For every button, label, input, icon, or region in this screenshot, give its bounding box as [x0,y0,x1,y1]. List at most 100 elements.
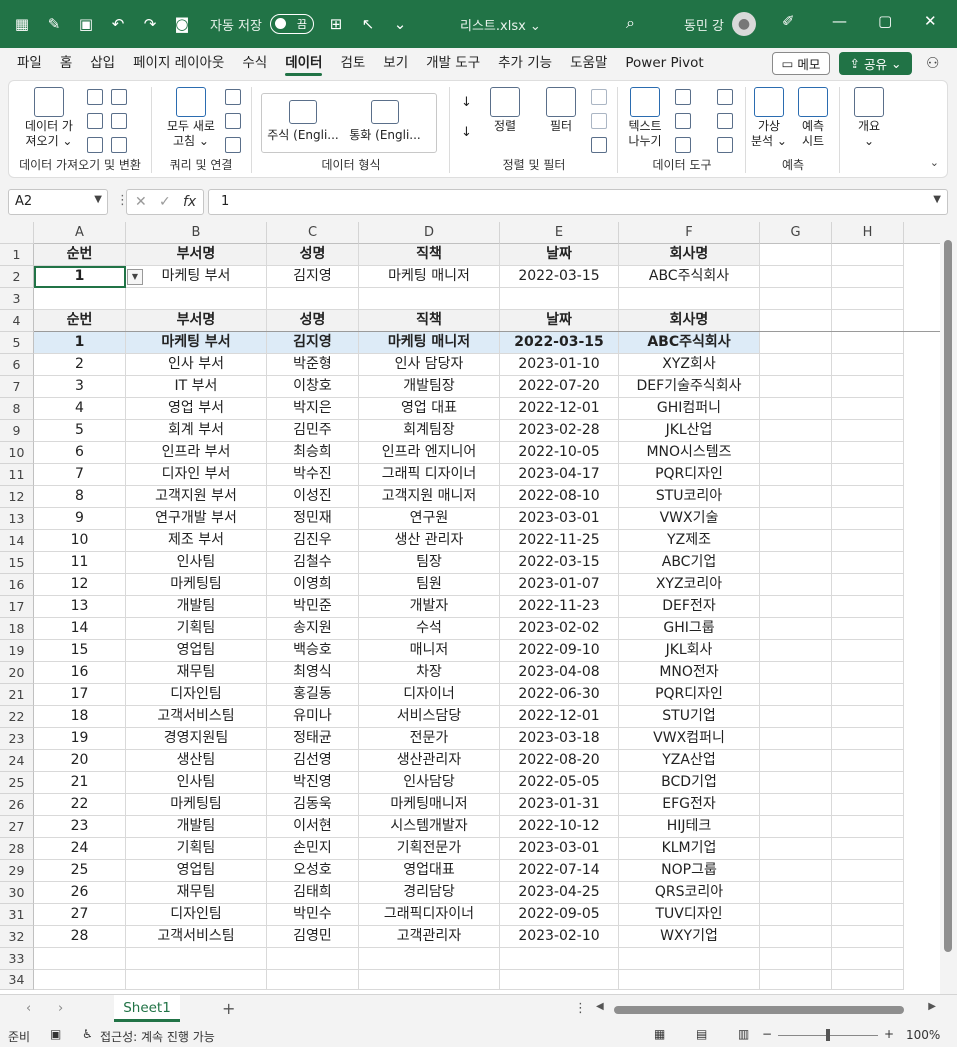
lookup-header-cell[interactable]: 날짜 [500,244,619,266]
table-cell[interactable]: 박준형 [267,354,359,376]
share-button[interactable]: ⇪ 공유 ⌄ [839,52,912,75]
cell[interactable] [760,904,832,926]
cell[interactable] [832,948,904,970]
table-cell[interactable]: 팀장 [359,552,500,574]
forecast-sheet-button[interactable]: 예측 시트 [793,87,833,149]
column-header-f[interactable]: F [619,222,760,244]
table-cell[interactable]: 2022-07-20 [500,376,619,398]
table-cell[interactable]: 영업 대표 [359,398,500,420]
table-cell[interactable]: 2022-12-01 [500,706,619,728]
menu-formulas[interactable]: 수식 [233,48,276,78]
table-cell[interactable]: 김영민 [267,926,359,948]
table-cell[interactable]: 2022-08-10 [500,486,619,508]
table-cell[interactable]: 개발팀장 [359,376,500,398]
table-cell[interactable]: 유미나 [267,706,359,728]
cell[interactable] [267,288,359,310]
cell[interactable] [832,816,904,838]
table-cell[interactable]: 2023-01-31 [500,794,619,816]
row-header-30[interactable]: 30 [0,882,34,904]
cell[interactable] [760,970,832,990]
row-header-34[interactable]: 34 [0,970,34,990]
row-header-6[interactable]: 6 [0,354,34,376]
cell[interactable] [832,376,904,398]
table-cell[interactable]: 제조 부서 [126,530,267,552]
lookup-header-cell[interactable]: 부서명 [126,244,267,266]
camera-icon[interactable]: ◙ [172,14,192,34]
table-cell[interactable]: HIJ테크 [619,816,760,838]
cell[interactable] [760,486,832,508]
table-cell[interactable]: 영업팀 [126,860,267,882]
table-cell[interactable]: 4 [34,398,126,420]
table-cell[interactable]: TUV디자인 [619,904,760,926]
name-box[interactable]: A2 ▼ [8,189,108,215]
menu-insert[interactable]: 삽입 [81,48,124,78]
lookup-cell[interactable]: 김지영 [267,266,359,288]
table-cell[interactable]: 마케팅팀 [126,574,267,596]
sort-az-icon[interactable]: ↓ [461,95,477,111]
customize-dropdown-icon[interactable]: ⌄ [390,14,410,34]
cell[interactable] [34,288,126,310]
cell[interactable] [760,816,832,838]
table-cell[interactable]: 디자인팀 [126,684,267,706]
table-cell[interactable]: 2023-04-08 [500,662,619,684]
cell[interactable] [34,970,126,990]
table-cell[interactable]: 이성진 [267,486,359,508]
cell[interactable] [760,398,832,420]
table-cell[interactable]: 11 [34,552,126,574]
lookup-cell[interactable]: 2022-03-15 [500,266,619,288]
prev-sheet-icon[interactable]: ‹ [26,1001,31,1016]
advanced-filter-icon[interactable] [591,137,607,153]
cell[interactable] [760,662,832,684]
cell[interactable] [832,332,904,354]
undo-icon[interactable]: ↶ [108,14,128,34]
table-cell[interactable]: 13 [34,596,126,618]
row-header-11[interactable]: 11 [0,464,34,486]
table-cell[interactable]: 회계팀장 [359,420,500,442]
table-cell[interactable]: 26 [34,882,126,904]
row-header-3[interactable]: 3 [0,288,34,310]
accessibility-status[interactable]: 접근성: 계속 진행 가능 [100,1028,215,1045]
table-cell[interactable]: 18 [34,706,126,728]
table-cell[interactable]: 백승호 [267,640,359,662]
table-cell[interactable]: 2022-05-05 [500,772,619,794]
cell[interactable] [500,970,619,990]
cell[interactable] [359,288,500,310]
table-cell[interactable]: 23 [34,816,126,838]
table-cell[interactable]: 이영희 [267,574,359,596]
vertical-scroll-thumb[interactable] [944,240,952,952]
column-header-c[interactable]: C [267,222,359,244]
relationships-icon[interactable] [717,113,733,129]
grid-icon[interactable]: ⊞ [326,14,346,34]
save-icon[interactable]: ▣ [76,14,96,34]
row-header-27[interactable]: 27 [0,816,34,838]
cell[interactable] [267,948,359,970]
column-header-e[interactable]: E [500,222,619,244]
menu-file[interactable]: 파일 [8,48,51,78]
minimize-icon[interactable]: — [832,12,847,30]
row-header-16[interactable]: 16 [0,574,34,596]
cell[interactable] [760,728,832,750]
cell[interactable] [832,662,904,684]
cell[interactable] [760,574,832,596]
table-cell[interactable]: 송지원 [267,618,359,640]
filter-button[interactable]: 필터 [539,87,583,134]
table-cell[interactable]: 디자인팀 [126,904,267,926]
sort-button[interactable]: 정렬 [483,87,527,134]
cell[interactable] [832,970,904,990]
from-text-icon[interactable] [87,89,103,105]
table-cell[interactable]: 2 [34,354,126,376]
table-cell[interactable]: 디자인 부서 [126,464,267,486]
table-cell[interactable]: 이창호 [267,376,359,398]
horizontal-scroll-thumb[interactable] [614,1006,904,1014]
edit-links-icon[interactable] [225,137,241,153]
cell[interactable] [760,860,832,882]
row-header-4[interactable]: 4 [0,310,34,332]
cell[interactable] [832,288,904,310]
table-cell[interactable]: 박민준 [267,596,359,618]
formula-input[interactable]: 1 ▼ [208,189,948,215]
table-cell[interactable]: 2023-04-25 [500,882,619,904]
cell[interactable] [832,882,904,904]
table-cell[interactable]: 팀원 [359,574,500,596]
row-header-19[interactable]: 19 [0,640,34,662]
table-cell[interactable]: 그래픽 디자이너 [359,464,500,486]
